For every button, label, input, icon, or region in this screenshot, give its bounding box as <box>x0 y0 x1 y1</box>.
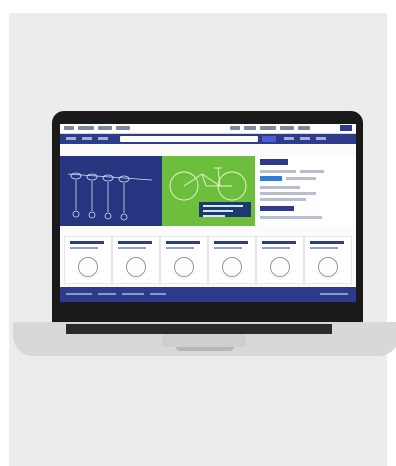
card-title <box>70 241 104 244</box>
card-subtitle <box>310 247 338 249</box>
text-line <box>286 177 316 180</box>
utility-link[interactable] <box>116 126 130 130</box>
text-line <box>300 170 324 173</box>
category-card[interactable] <box>112 236 160 284</box>
laptop-notch <box>176 347 234 351</box>
main-navigation <box>60 134 356 144</box>
footer-link[interactable] <box>122 293 144 295</box>
category-cards <box>64 236 354 284</box>
text-line <box>260 198 306 201</box>
utility-link[interactable] <box>78 126 94 130</box>
site-footer <box>60 287 356 302</box>
category-card[interactable] <box>64 236 112 284</box>
text-line <box>260 192 316 195</box>
logo[interactable] <box>340 125 352 131</box>
product-icon <box>318 257 338 277</box>
utility-link[interactable] <box>98 126 112 130</box>
utility-link[interactable] <box>64 126 74 130</box>
utility-link[interactable] <box>298 126 310 130</box>
side-panel <box>258 156 356 226</box>
product-icon <box>270 257 290 277</box>
footer-link[interactable] <box>320 293 348 295</box>
card-title <box>118 241 152 244</box>
utility-link[interactable] <box>244 126 256 130</box>
card-title <box>214 241 248 244</box>
nav-item[interactable] <box>98 137 108 140</box>
tab-active[interactable] <box>260 159 288 165</box>
card-title <box>262 241 296 244</box>
product-icon <box>126 257 146 277</box>
hero-image-bicycle[interactable] <box>162 156 255 226</box>
search-button[interactable] <box>262 136 276 142</box>
camshaft-drawing <box>67 172 153 221</box>
card-subtitle <box>70 247 98 249</box>
utility-link[interactable] <box>260 126 276 130</box>
select-field[interactable] <box>260 176 282 181</box>
utility-link[interactable] <box>230 126 240 130</box>
product-icon <box>78 257 98 277</box>
nav-item[interactable] <box>66 137 76 140</box>
category-card[interactable] <box>256 236 304 284</box>
laptop-trackpad <box>162 334 246 347</box>
footer-link[interactable] <box>98 293 116 295</box>
laptop-screen <box>60 124 356 302</box>
text-line <box>260 186 300 189</box>
top-utility-bar <box>60 124 356 134</box>
text-line <box>260 216 322 219</box>
category-card[interactable] <box>160 236 208 284</box>
card-subtitle <box>214 247 242 249</box>
action-button[interactable] <box>260 206 294 211</box>
laptop-keyboard <box>66 324 332 334</box>
promo-banner[interactable] <box>199 202 251 217</box>
nav-item[interactable] <box>300 137 310 140</box>
search-input[interactable] <box>120 136 258 142</box>
nav-item[interactable] <box>316 137 326 140</box>
card-subtitle <box>166 247 194 249</box>
footer-link[interactable] <box>66 293 92 295</box>
nav-item[interactable] <box>82 137 92 140</box>
card-title <box>310 241 344 244</box>
category-card[interactable] <box>304 236 352 284</box>
text-line <box>260 170 296 173</box>
hero-image-blueprint[interactable] <box>60 156 162 226</box>
category-card[interactable] <box>208 236 256 284</box>
nav-item[interactable] <box>284 137 294 140</box>
card-title <box>166 241 200 244</box>
utility-link[interactable] <box>280 126 294 130</box>
product-icon <box>174 257 194 277</box>
card-subtitle <box>262 247 290 249</box>
card-subtitle <box>118 247 146 249</box>
product-icon <box>222 257 242 277</box>
footer-link[interactable] <box>150 293 166 295</box>
